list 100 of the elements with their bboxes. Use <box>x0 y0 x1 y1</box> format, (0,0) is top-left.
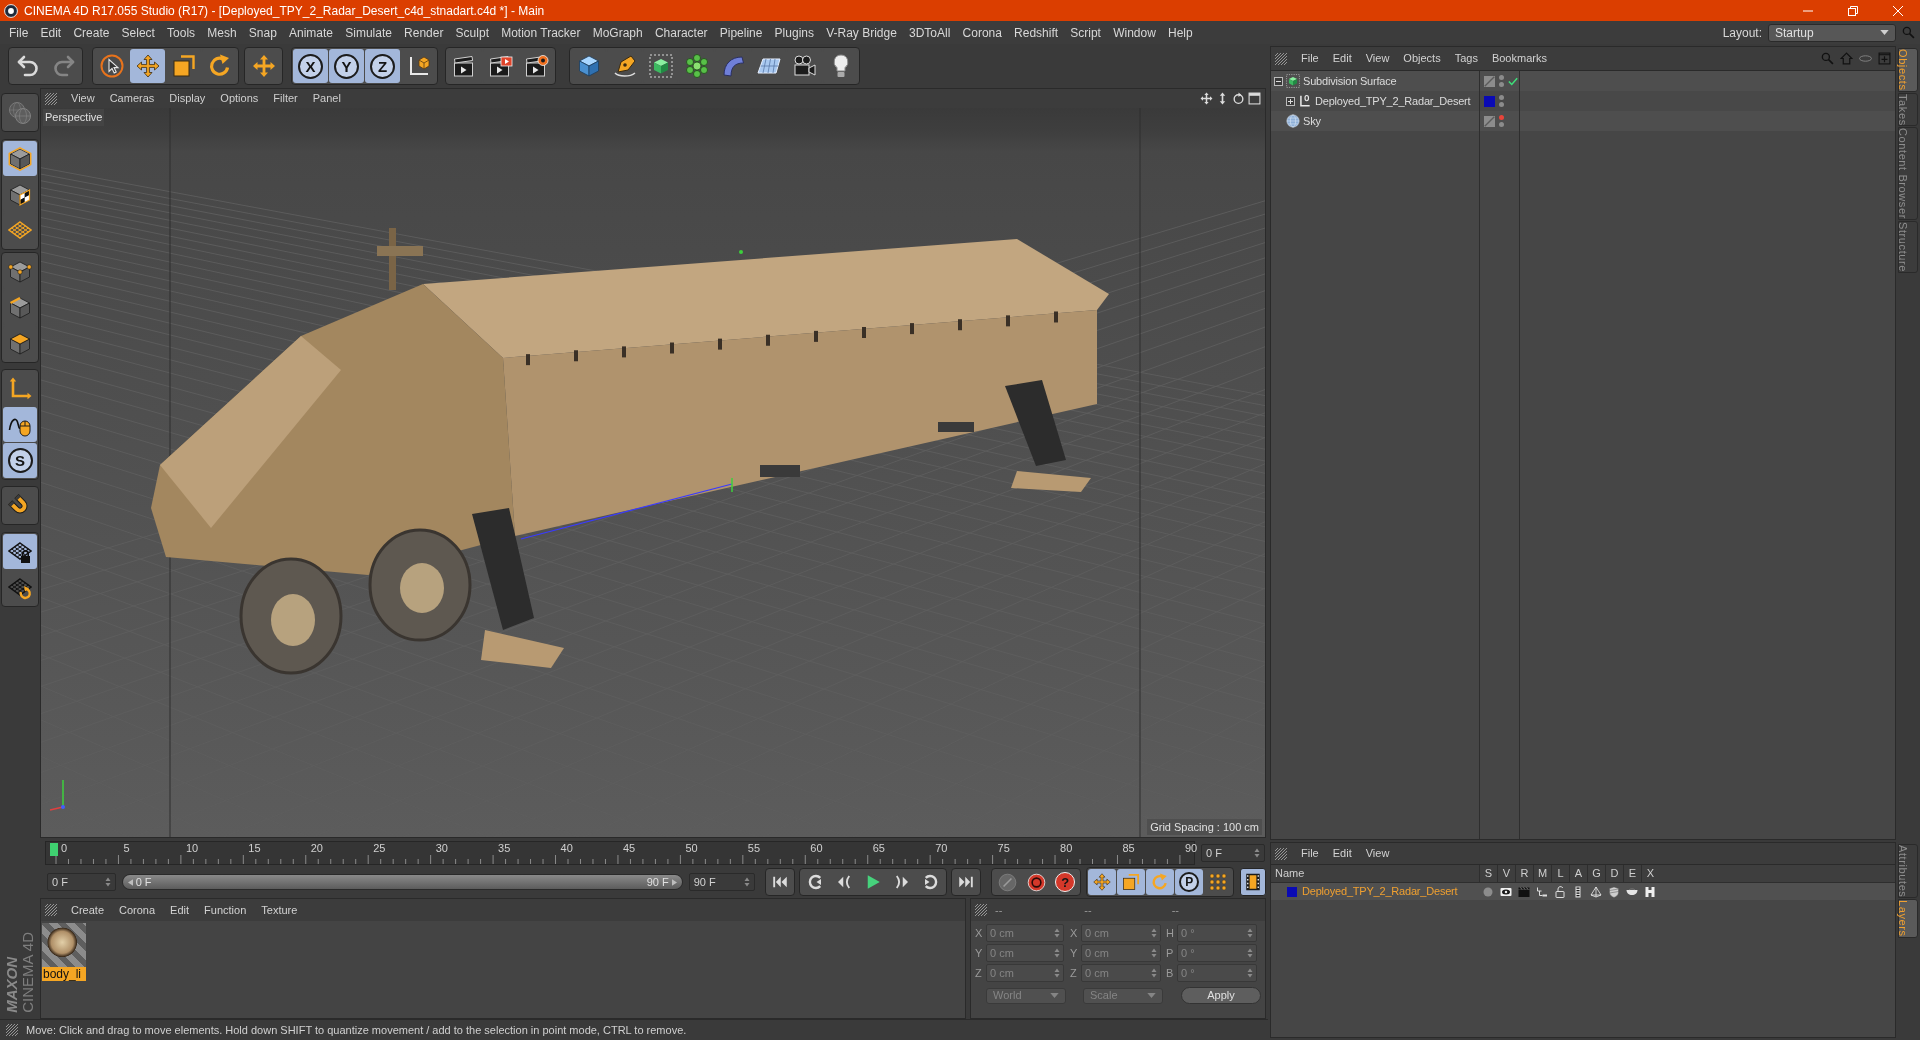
playhead-marker[interactable] <box>50 843 58 856</box>
menu-item[interactable]: Motion Tracker <box>501 23 581 42</box>
menu-item[interactable]: Plugins <box>774 23 814 42</box>
scale-key-button[interactable] <box>1117 869 1146 895</box>
tweak-mode-button[interactable] <box>3 407 37 442</box>
menu-item[interactable]: Sculpt <box>455 23 489 42</box>
first-frame-button[interactable] <box>765 868 796 896</box>
viewport-menu-item[interactable]: Options <box>220 90 259 107</box>
menu-item[interactable]: Script <box>1070 23 1101 42</box>
column-header[interactable]: G <box>1587 865 1605 882</box>
x-axis-lock-button[interactable]: X <box>293 49 328 83</box>
menu-item[interactable]: MoGraph <box>592 23 643 42</box>
column-header[interactable]: E <box>1623 865 1641 882</box>
column-header[interactable]: S <box>1479 865 1497 882</box>
menu-item[interactable]: Help <box>1168 23 1193 42</box>
frame-range-slider[interactable]: 0 F 90 F <box>121 874 683 890</box>
menu-item[interactable]: Corona <box>962 23 1002 42</box>
menu-item[interactable]: Render <box>404 23 444 42</box>
column-header[interactable]: A <box>1569 865 1587 882</box>
menu-item[interactable]: 3DToAll <box>909 23 951 42</box>
camera-label: Perspective <box>43 109 105 126</box>
current-frame-field[interactable]: 0 F <box>1201 844 1265 862</box>
expand-toggle-icon[interactable] <box>1286 96 1295 106</box>
column-header[interactable]: D <box>1605 865 1623 882</box>
parameter-key-button[interactable]: P <box>1175 869 1204 895</box>
viewport-menu-item[interactable]: Panel <box>312 90 341 107</box>
product-logo-text: CINEMA 4D <box>21 932 35 1013</box>
frame-number: 25 <box>373 842 386 855</box>
rotation-key-button[interactable] <box>1146 869 1175 895</box>
material-menu-item[interactable]: Create <box>71 901 105 919</box>
object-menu-item[interactable]: Objects <box>1403 50 1441 67</box>
object-row[interactable]: Subdivision Surface <box>1271 71 1895 91</box>
menu-item[interactable]: Redshift <box>1014 23 1059 42</box>
snapping-button[interactable]: S <box>3 443 37 478</box>
viewport-menu-item[interactable]: View <box>71 90 95 107</box>
material-name[interactable]: body_li <box>42 967 86 981</box>
apply-button[interactable]: Apply <box>1181 987 1261 1004</box>
viewport-3d[interactable]: Perspective Grid Spacing : 100 cm <box>41 108 1265 837</box>
object-menu-item[interactable]: Bookmarks <box>1491 50 1547 67</box>
viewport-menu-item[interactable]: Cameras <box>109 90 155 107</box>
material-menu-item[interactable]: Corona <box>119 901 156 919</box>
dot-grid-icon <box>1209 873 1228 891</box>
menu-item[interactable]: Mesh <box>207 23 237 42</box>
move-tool-button[interactable] <box>130 49 165 83</box>
last-frame-button[interactable] <box>951 868 982 896</box>
layer-row[interactable]: Deployed_TPY_2_Radar_Desert <box>1271 883 1895 900</box>
layer-menu-item[interactable]: View <box>1365 845 1390 862</box>
material-menu-item[interactable]: Texture <box>261 901 298 919</box>
menu-item[interactable]: Tools <box>167 23 196 42</box>
model-mode-button[interactable] <box>3 141 37 176</box>
layout-dropdown[interactable]: Startup <box>1768 23 1896 42</box>
object-row[interactable]: Sky <box>1271 111 1895 131</box>
object-menu-item[interactable]: File <box>1301 50 1319 67</box>
object-menu-item[interactable]: Tags <box>1454 50 1478 67</box>
layer-color-swatch[interactable] <box>1484 95 1495 107</box>
material-preview[interactable] <box>42 923 86 967</box>
viewport-menu-item[interactable]: Display <box>169 90 206 107</box>
collapse-toggle-icon[interactable] <box>1274 76 1283 86</box>
menu-item[interactable]: Pipeline <box>719 23 763 42</box>
viewport-menu-item[interactable]: Filter <box>273 90 298 107</box>
column-header[interactable]: X <box>1641 865 1659 882</box>
timeline-window-button[interactable] <box>1240 868 1266 896</box>
spinner-arrows-icon <box>1151 948 1157 958</box>
menu-item[interactable]: Window <box>1113 23 1156 42</box>
material-menu-item[interactable]: Edit <box>170 901 190 919</box>
panel-grip-icon <box>6 1024 18 1036</box>
column-header[interactable]: M <box>1533 865 1551 882</box>
column-header[interactable]: V <box>1497 865 1515 882</box>
material-menu-item[interactable]: Function <box>204 901 247 919</box>
menu-item[interactable]: V-Ray Bridge <box>826 23 897 42</box>
pan-arrows-icon <box>1200 92 1213 105</box>
menu-item[interactable]: Snap <box>248 23 277 42</box>
timeline-ruler[interactable]: 0 5 10 15 20 25 30 35 40 45 50 55 60 65 70 75 80 85 90 <box>45 841 1195 865</box>
menu-item[interactable]: Character <box>654 23 708 42</box>
position-key-button[interactable] <box>1088 869 1117 895</box>
layer-color-swatch[interactable] <box>1287 886 1297 897</box>
object-menu-item[interactable]: Edit <box>1332 50 1352 67</box>
column-header[interactable]: R <box>1515 865 1533 882</box>
enabled-check-icon[interactable] <box>1508 76 1518 86</box>
z-axis-lock-button[interactable]: Z <box>365 49 400 83</box>
layer-menu-item[interactable]: Edit <box>1332 845 1352 862</box>
column-header[interactable]: Name <box>1271 865 1479 882</box>
y-axis-lock-button[interactable]: Y <box>329 49 364 83</box>
menu-item[interactable]: Edit <box>40 23 62 42</box>
object-menu-item[interactable]: View <box>1365 50 1390 67</box>
panel-grip-icon <box>1275 52 1287 65</box>
menu-item[interactable]: Select <box>121 23 155 42</box>
start-frame-field[interactable]: 0 F <box>47 873 116 891</box>
checker-cube-icon <box>8 182 32 207</box>
frame-number: 85 <box>1122 842 1135 855</box>
eye-icon <box>1500 885 1512 898</box>
move-arrows-icon <box>135 54 160 78</box>
menu-item[interactable]: Animate <box>289 23 334 42</box>
layer-menu-item[interactable]: File <box>1301 845 1319 862</box>
column-header[interactable]: L <box>1551 865 1569 882</box>
menu-item[interactable]: Simulate <box>345 23 392 42</box>
workplane-lock-button[interactable] <box>3 534 37 569</box>
menu-item[interactable]: File <box>9 23 29 42</box>
menu-item[interactable]: Create <box>73 23 110 42</box>
end-frame-field[interactable]: 90 F <box>688 873 756 891</box>
